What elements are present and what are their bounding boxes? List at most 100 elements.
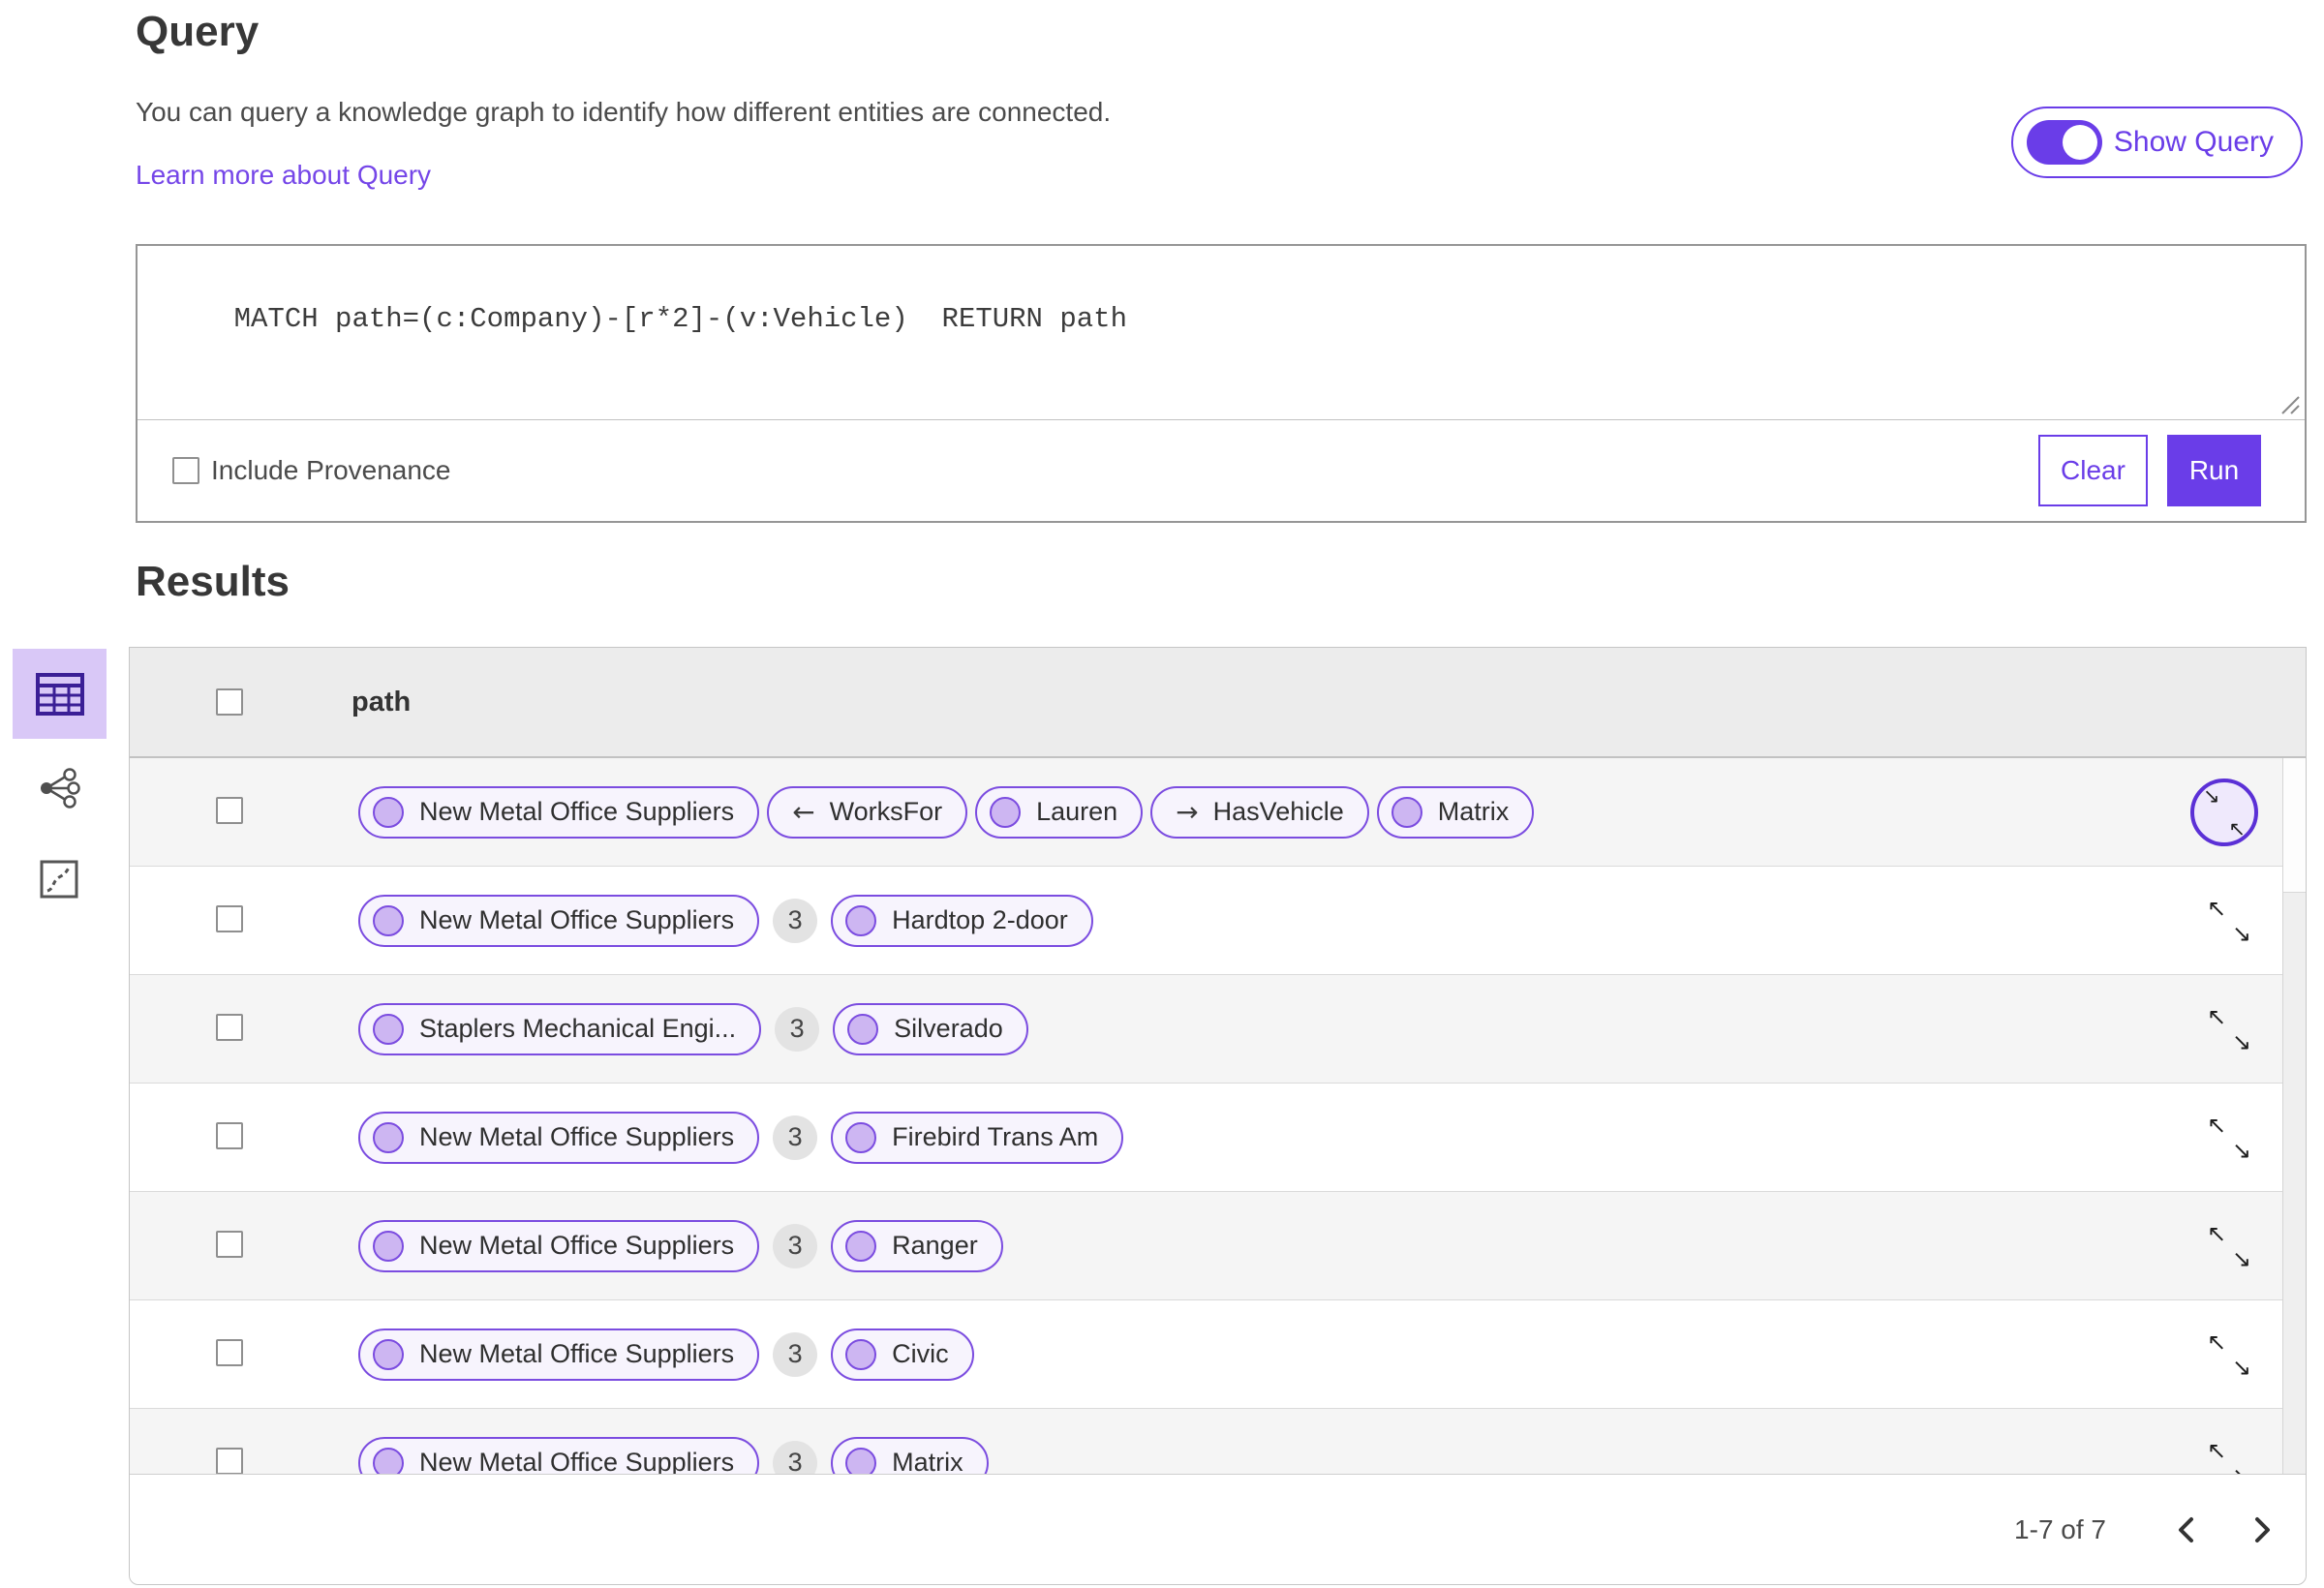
row-checkbox[interactable] <box>216 1448 243 1475</box>
entity-label: Ranger <box>892 1231 978 1260</box>
tab-map-view[interactable] <box>35 856 83 902</box>
entity-pill[interactable]: New Metal Office Suppliers <box>358 894 760 947</box>
learn-more-link[interactable]: Learn more about Query <box>136 160 431 191</box>
resize-handle-icon[interactable] <box>2277 391 2302 416</box>
row-checkbox[interactable] <box>216 1122 243 1149</box>
clear-button[interactable]: Clear <box>2038 435 2148 506</box>
entity-pill[interactable]: New Metal Office Suppliers <box>358 785 760 839</box>
entity-label: New Metal Office Suppliers <box>419 1448 735 1475</box>
entity-pill[interactable]: Matrix <box>831 1436 989 1475</box>
chevron-right-icon <box>2255 1516 2270 1542</box>
arrow-glyph: ↘ <box>2231 919 2251 947</box>
entity-label: New Metal Office Suppliers <box>419 1231 735 1260</box>
table-row: New Metal Office Suppliers 3 Civic ↖ ↘ <box>130 1300 2306 1409</box>
run-button[interactable]: Run <box>2167 435 2261 506</box>
row-checkbox[interactable] <box>216 1231 243 1258</box>
entity-pill[interactable]: Civic <box>831 1328 974 1381</box>
expand-row-icon[interactable]: ↖↘ <box>2207 1328 2251 1381</box>
arrow-glyph: ↖ <box>2207 1219 2227 1247</box>
arrow-glyph: ↖ <box>2207 1436 2227 1464</box>
entity-node-icon <box>373 1230 404 1262</box>
show-query-label: Show Query <box>2113 126 2274 158</box>
entity-pill[interactable]: Staplers Mechanical Engi... <box>358 1002 762 1055</box>
previous-page-button[interactable] <box>2166 1509 2205 1551</box>
results-table: path New Metal Office Suppliers ← WorksFor… <box>129 647 2307 1585</box>
row-checkbox[interactable] <box>216 797 243 824</box>
tab-table-view[interactable] <box>13 649 107 739</box>
toggle-switch[interactable] <box>2026 120 2102 165</box>
expand-row-icon[interactable]: ↖↘ <box>2207 1003 2251 1055</box>
collapse-row-icon[interactable]: ↘ ↖ <box>2190 778 2258 846</box>
path-segments: New Metal Office Suppliers ← WorksFor Laure… <box>358 785 1535 839</box>
entity-label: Matrix <box>1437 797 1510 826</box>
entity-node-icon <box>373 1121 404 1153</box>
expand-row-icon[interactable]: ↖↘ <box>2207 895 2251 947</box>
entity-pill[interactable]: Matrix <box>1376 785 1535 839</box>
include-provenance-label: Include Provenance <box>211 455 451 485</box>
table-row: Staplers Mechanical Engi... 3 Silverado ↖ ↘ <box>130 975 2306 1084</box>
map-icon <box>40 860 78 899</box>
entity-pill[interactable]: New Metal Office Suppliers <box>358 1328 760 1381</box>
next-page-button[interactable] <box>2244 1509 2282 1551</box>
hop-count-badge: 3 <box>773 1223 818 1268</box>
entity-pill[interactable]: Firebird Trans Am <box>831 1111 1124 1164</box>
entity-pill[interactable]: New Metal Office Suppliers <box>358 1111 760 1164</box>
table-body: New Metal Office Suppliers ← WorksFor Laure… <box>130 758 2306 1475</box>
arrow-glyph: ↘ <box>2231 1136 2251 1164</box>
entity-node-icon <box>373 1338 404 1370</box>
entity-pill[interactable]: Hardtop 2-door <box>831 894 1093 947</box>
pagination-range: 1-7 of 7 <box>2014 1513 2106 1544</box>
entity-pill[interactable]: Lauren <box>975 785 1144 839</box>
entity-node-icon <box>845 1121 877 1153</box>
entity-label: Civic <box>892 1339 949 1368</box>
table-scrollbar[interactable] <box>2282 758 2306 1475</box>
arrow-glyph: ↖ <box>2228 816 2246 840</box>
toggle-knob <box>2062 125 2097 160</box>
scrollbar-thumb[interactable] <box>2283 758 2306 893</box>
entity-pill[interactable]: New Metal Office Suppliers <box>358 1219 760 1272</box>
arrow-glyph: ↘ <box>2231 1244 2251 1272</box>
path-segments: New Metal Office Suppliers 3 Matrix <box>358 1436 989 1475</box>
entity-node-icon <box>373 904 404 936</box>
hop-count-badge: 3 <box>775 1006 820 1052</box>
include-provenance-checkbox[interactable] <box>172 457 199 484</box>
hop-count-badge: 3 <box>773 1331 818 1377</box>
entity-label: New Metal Office Suppliers <box>419 905 735 934</box>
page-title: Query <box>136 8 260 55</box>
arrow-glyph: ↖ <box>2207 1328 2227 1356</box>
entity-pill[interactable]: New Metal Office Suppliers <box>358 1436 760 1475</box>
table-row: New Metal Office Suppliers 3 Hardtop 2-doo… <box>130 867 2306 975</box>
table-icon <box>35 672 84 716</box>
relationship-pill[interactable]: → HasVehicle <box>1150 785 1369 839</box>
entity-node-icon <box>845 1447 877 1475</box>
entity-node-icon <box>845 1338 877 1370</box>
query-footer: Include Provenance Clear Run <box>138 420 2305 521</box>
row-checkbox[interactable] <box>216 905 243 932</box>
query-input[interactable]: MATCH path=(c:Company)-[r*2]-(v:Vehicle)… <box>138 246 2305 420</box>
entity-label: Staplers Mechanical Engi... <box>419 1014 737 1043</box>
hop-count-badge: 3 <box>773 1440 818 1475</box>
entity-node-icon <box>373 796 404 828</box>
table-footer: 1-7 of 7 <box>130 1474 2306 1584</box>
tab-link-chart-view[interactable] <box>29 761 89 814</box>
path-segments: Staplers Mechanical Engi... 3 Silverado <box>358 1002 1028 1055</box>
entity-label: Lauren <box>1036 797 1118 826</box>
row-checkbox[interactable] <box>216 1339 243 1366</box>
relationship-pill[interactable]: ← WorksFor <box>767 785 968 839</box>
relationship-label: HasVehicle <box>1212 797 1344 826</box>
entity-pill[interactable]: Silverado <box>833 1002 1028 1055</box>
expand-row-icon[interactable]: ↖↘ <box>2207 1112 2251 1164</box>
row-checkbox[interactable] <box>216 1014 243 1041</box>
select-all-checkbox[interactable] <box>216 688 243 716</box>
entity-node-icon <box>845 1230 877 1262</box>
entity-label: Hardtop 2-door <box>892 905 1068 934</box>
arrow-glyph: ↘ <box>2203 783 2220 808</box>
show-query-toggle[interactable]: Show Query <box>2010 107 2303 178</box>
results-title: Results <box>136 558 290 605</box>
hop-count-badge: 3 <box>773 898 818 943</box>
entity-node-icon <box>1391 796 1422 828</box>
arrow-glyph: ↖ <box>2207 1002 2227 1030</box>
expand-row-icon[interactable]: ↖↘ <box>2207 1220 2251 1272</box>
entity-pill[interactable]: Ranger <box>831 1219 1003 1272</box>
expand-row-icon[interactable]: ↖↘ <box>2207 1437 2251 1476</box>
